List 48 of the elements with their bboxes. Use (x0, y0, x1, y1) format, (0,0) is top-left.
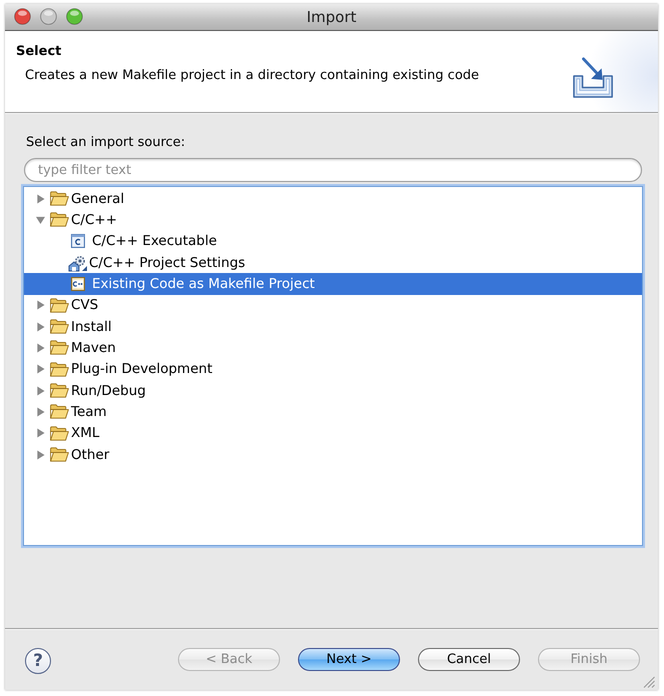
folder-icon (50, 298, 69, 313)
disclosure-triangle-icon[interactable] (36, 194, 45, 204)
folder-icon (50, 383, 69, 398)
page-title: Select (16, 44, 62, 60)
dialog-button[interactable]: Cancel (418, 648, 520, 671)
tree-item[interactable]: C/C++ Project Settings (24, 252, 642, 274)
tree-item[interactable]: C/C++ (24, 209, 642, 231)
c-tile-icon (71, 234, 85, 248)
tree-item[interactable]: Maven (24, 337, 642, 359)
tree-item[interactable]: Other (24, 444, 642, 466)
folder-icon (50, 362, 69, 377)
tree-item[interactable]: Install (24, 316, 642, 338)
tree-item[interactable]: C/C++ Executable (24, 230, 642, 252)
disclosure-triangle-icon[interactable] (36, 342, 45, 353)
disclosure-triangle-icon[interactable] (36, 300, 45, 310)
disclosure-triangle-icon[interactable] (36, 406, 45, 417)
disclosure-triangle-icon[interactable] (36, 364, 45, 374)
import-source-label: Select an import source: (26, 135, 186, 151)
disclosure-triangle-icon[interactable] (36, 214, 45, 225)
folder-icon (50, 404, 69, 420)
tree-item[interactable]: CVS (24, 294, 642, 316)
disclosure-triangle-icon[interactable] (36, 386, 45, 396)
filter-field[interactable]: type filter text (24, 158, 642, 182)
gears-icon (68, 254, 88, 272)
resize-grip-icon[interactable] (643, 676, 655, 688)
close-icon[interactable] (14, 8, 31, 25)
folder-icon (50, 212, 69, 228)
tree-item[interactable]: Team (24, 401, 642, 423)
folder-icon (50, 319, 69, 334)
tree-item[interactable]: Plug-in Development (24, 358, 642, 380)
folder-icon (50, 191, 69, 206)
dialog-button[interactable]: Next > (298, 648, 400, 671)
folder-icon (50, 340, 69, 356)
disclosure-triangle-icon[interactable] (36, 428, 45, 438)
tree-item[interactable]: Existing Code as Makefile Project (24, 273, 642, 295)
c-plus-plus-tile-icon (71, 276, 85, 291)
page-description: Creates a new Makefile project in a directory containing existing code (25, 68, 480, 84)
tray-arrow-icon (572, 55, 614, 99)
help-button[interactable]: ? (25, 648, 51, 674)
zoom-icon[interactable] (66, 8, 83, 25)
tree-item[interactable]: Run/Debug (24, 380, 642, 402)
folder-icon (50, 426, 69, 441)
window-title: Import (306, 8, 356, 26)
tree-item[interactable]: XML (24, 422, 642, 444)
disclosure-triangle-icon[interactable] (36, 322, 45, 332)
disclosure-triangle-icon[interactable] (36, 450, 45, 460)
folder-icon (50, 447, 69, 462)
tree-item[interactable]: General (24, 188, 642, 210)
